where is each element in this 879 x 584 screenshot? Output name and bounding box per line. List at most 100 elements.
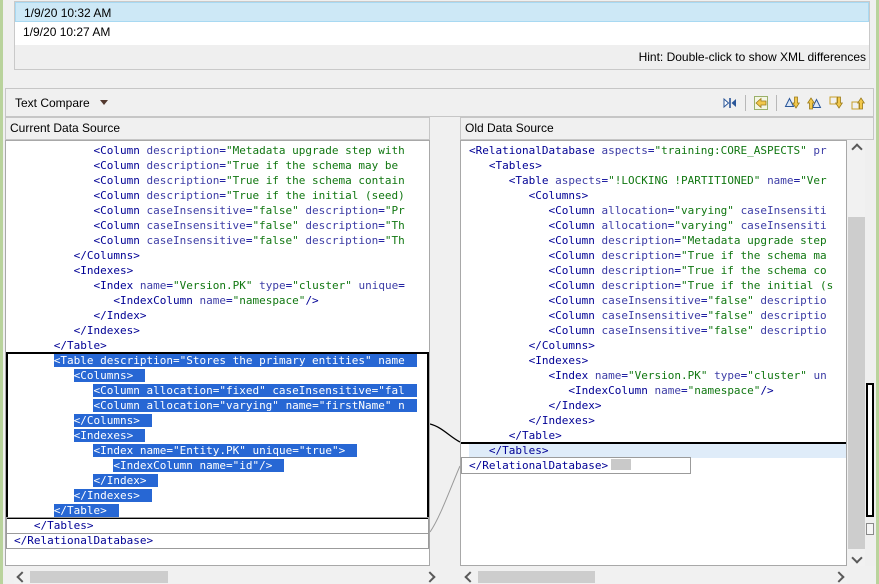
- scroll-right-button[interactable]: [831, 570, 847, 584]
- history-timestamp: 1/9/20 10:32 AM: [24, 6, 111, 20]
- scroll-left-button[interactable]: [14, 570, 30, 584]
- code-line: <Indexes>: [469, 353, 846, 368]
- code-line: <Column description="True if the schema …: [14, 173, 429, 188]
- left-pane-title: Current Data Source: [5, 117, 430, 140]
- chevron-left-icon: [464, 571, 475, 582]
- code-line: </Table>: [14, 338, 429, 353]
- chevron-right-icon: [833, 571, 844, 582]
- current-source-code: <Column description="Metadata upgrade st…: [6, 141, 429, 565]
- compare-window: 1/9/20 10:32 AM 1/9/20 10:27 AM Hint: Do…: [0, 0, 879, 584]
- code-line: <Column description="True if the initial…: [14, 188, 429, 203]
- code-line: <Column caseInsensitive="false" descript…: [14, 218, 429, 233]
- diff-connector: [430, 466, 460, 532]
- toolbar-separator: [776, 95, 777, 111]
- code-line: <Column description="True if the initial…: [469, 278, 846, 293]
- empty-range-marker: [611, 459, 631, 470]
- code-line: </Table>: [469, 428, 846, 443]
- overview-ruler[interactable]: [865, 140, 876, 566]
- diff-connector-area: [430, 140, 460, 566]
- compare-toolbar-buttons: [719, 92, 869, 114]
- code-line: </RelationalDatabase>: [469, 458, 846, 473]
- previous-change-icon: [850, 95, 866, 111]
- chevron-right-icon: [424, 571, 435, 582]
- history-row[interactable]: 1/9/20 10:27 AM: [15, 22, 869, 42]
- left-horizontal-scrollbar[interactable]: [14, 570, 438, 584]
- code-line: </Columns>: [469, 338, 846, 353]
- code-line: </Columns>: [14, 413, 429, 428]
- swap-view-button[interactable]: [719, 92, 741, 114]
- vertical-scrollbar-thumb[interactable]: [848, 217, 865, 549]
- swap-view-icon: [722, 95, 738, 111]
- old-source-pane[interactable]: <RelationalDatabase aspects="training:CO…: [460, 140, 847, 566]
- right-pane-title-text: Old Data Source: [465, 121, 554, 135]
- horizontal-scrollbar-thumb[interactable]: [478, 571, 595, 583]
- code-line: <Column description="Metadata upgrade st…: [14, 143, 429, 158]
- code-line: <Column allocation="varying" caseInsensi…: [469, 218, 846, 233]
- code-line: </RelationalDatabase>: [14, 533, 429, 548]
- overview-ruler-marker[interactable]: [866, 523, 874, 535]
- scroll-left-button[interactable]: [462, 570, 478, 584]
- next-difference-button[interactable]: [781, 92, 803, 114]
- code-line: <Index name="Version.PK" type="cluster" …: [469, 368, 846, 383]
- revision-history-panel: 1/9/20 10:32 AM 1/9/20 10:27 AM Hint: Do…: [14, 1, 870, 70]
- previous-difference-icon: [806, 95, 822, 111]
- code-line: <Column description="True if the schema …: [14, 158, 429, 173]
- code-line: </Indexes>: [14, 488, 429, 503]
- code-line: <Tables>: [469, 158, 846, 173]
- code-line: <Index name="Entity.PK" unique="true">: [14, 443, 429, 458]
- hint-text: Hint: Double-click to show XML differenc…: [639, 50, 866, 64]
- history-timestamp: 1/9/20 10:27 AM: [23, 25, 110, 39]
- previous-difference-button[interactable]: [803, 92, 825, 114]
- code-line: <Index name="Version.PK" type="cluster" …: [14, 278, 429, 293]
- code-line: </Index>: [14, 473, 429, 488]
- copy-left-icon: [753, 95, 769, 111]
- toolbar-separator: [745, 95, 746, 111]
- code-line: <Column caseInsensitive="false" descript…: [469, 323, 846, 338]
- code-line: <Columns>: [469, 188, 846, 203]
- previous-change-button[interactable]: [847, 92, 869, 114]
- code-line: </Index>: [469, 398, 846, 413]
- horizontal-scrollbar-thumb[interactable]: [30, 571, 168, 583]
- overview-ruler-selected-marker[interactable]: [866, 383, 874, 517]
- code-line: <Column description="True if the schema …: [469, 263, 846, 278]
- code-line: <Column description="Metadata upgrade st…: [469, 233, 846, 248]
- current-source-pane[interactable]: <Column description="Metadata upgrade st…: [5, 140, 430, 566]
- code-line: <Columns>: [14, 368, 429, 383]
- code-line: <RelationalDatabase aspects="training:CO…: [469, 143, 846, 158]
- chevron-up-icon: [851, 143, 862, 154]
- code-line: <Column caseInsensitive="false" descript…: [14, 233, 429, 248]
- code-line: </Table>: [14, 503, 429, 518]
- chevron-down-icon: [851, 552, 862, 563]
- code-line: <Column allocation="varying" name="first…: [14, 398, 429, 413]
- code-line: </Tables>: [14, 518, 429, 533]
- chevron-down-icon: [100, 100, 108, 105]
- code-line: <IndexColumn name="namespace"/>: [14, 293, 429, 308]
- next-change-button[interactable]: [825, 92, 847, 114]
- code-line: <Indexes>: [14, 263, 429, 278]
- right-horizontal-scrollbar[interactable]: [462, 570, 847, 584]
- vertical-scrollbar[interactable]: [847, 140, 866, 566]
- compare-mode-label: Text Compare: [15, 96, 90, 110]
- next-difference-icon: [784, 95, 800, 111]
- hint-bar: Hint: Double-click to show XML differenc…: [15, 45, 869, 69]
- scroll-up-button[interactable]: [847, 140, 866, 157]
- code-line: </Indexes>: [469, 413, 846, 428]
- code-line: <Column caseInsensitive="false" descript…: [14, 203, 429, 218]
- scroll-down-button[interactable]: [847, 549, 866, 566]
- code-line: <Column description="True if the schema …: [469, 248, 846, 263]
- compare-mode-selector[interactable]: Text Compare: [15, 96, 108, 110]
- copy-right-to-left-button[interactable]: [750, 92, 772, 114]
- selected-diff-connector: [430, 424, 460, 442]
- code-line: <IndexColumn name="namespace"/>: [469, 383, 846, 398]
- code-line: <Table aspects="!LOCKING !PARTITIONED" n…: [469, 173, 846, 188]
- left-pane-title-text: Current Data Source: [10, 121, 120, 135]
- scroll-right-button[interactable]: [422, 570, 438, 584]
- history-row-selected[interactable]: 1/9/20 10:32 AM: [15, 2, 869, 22]
- code-line: <Column caseInsensitive="false" descript…: [469, 308, 846, 323]
- code-line: </Columns>: [14, 248, 429, 263]
- old-source-code: <RelationalDatabase aspects="training:CO…: [461, 141, 846, 565]
- code-line: <Column caseInsensitive="false" descript…: [469, 293, 846, 308]
- right-pane-title: Old Data Source: [460, 117, 874, 140]
- code-line: </Tables>: [469, 443, 846, 458]
- code-line: </Indexes>: [14, 323, 429, 338]
